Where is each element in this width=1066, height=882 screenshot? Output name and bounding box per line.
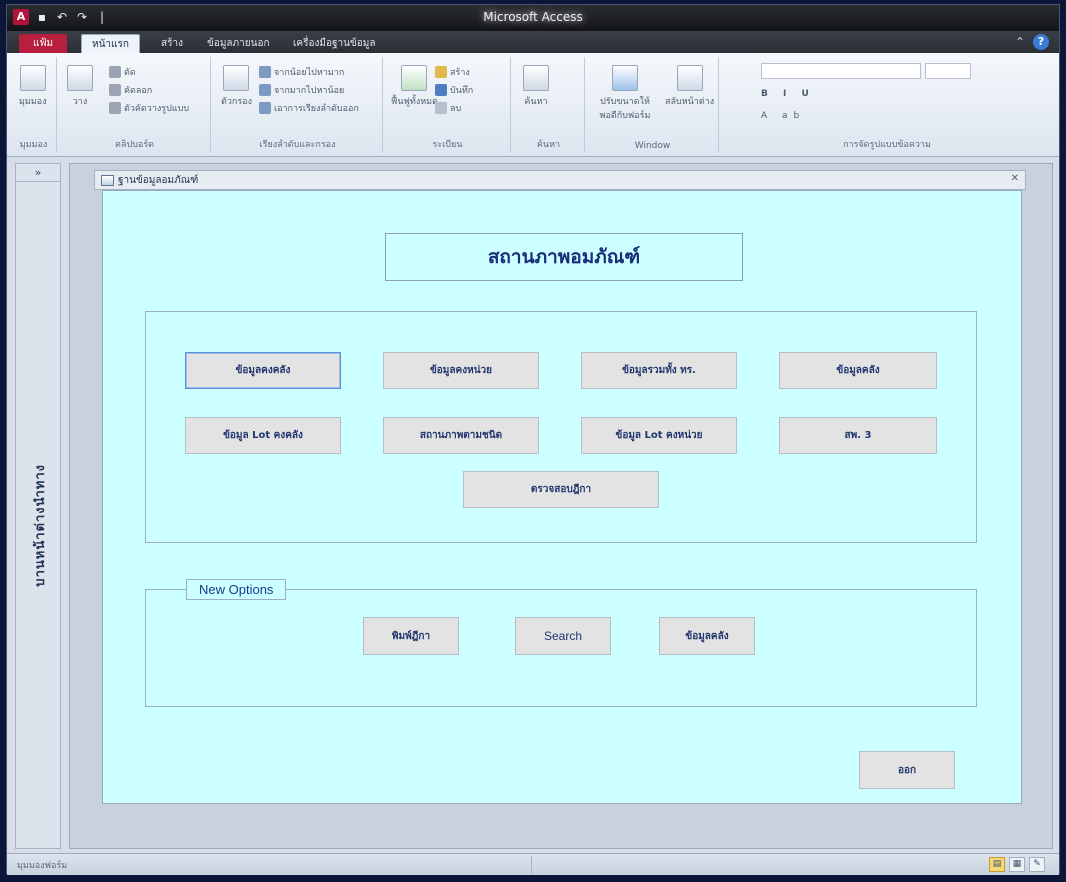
- print-invoice-button[interactable]: พิมพ์ฎีกา: [363, 617, 459, 655]
- status-bar: มุมมองฟอร์ม ▤ ▦ ✎: [7, 853, 1059, 875]
- status-divider: [531, 856, 532, 874]
- ribbon: มุมมอง มุมมอง วาง ตัด คัดลอก ตัวคัดวางรู…: [7, 53, 1059, 157]
- status-text: มุมมองฟอร์ม: [17, 861, 68, 871]
- tab-external-data[interactable]: ข้อมูลภายนอก: [197, 34, 280, 53]
- save-record-icon: [435, 84, 447, 96]
- form-sp3-button[interactable]: สพ. 3: [779, 417, 937, 454]
- minimize-icon[interactable]: [999, 10, 1011, 22]
- tab-file[interactable]: แฟ้ม: [19, 34, 68, 53]
- ribbon-group-records: ฟื้นฟูทั้งหมด สร้าง บันทึก ลบ ระเบียน: [385, 57, 511, 153]
- ribbon-group-window: ปรับขนาดให้พอดีกับฟอร์ม สลับหน้าต่าง Win…: [587, 57, 719, 153]
- size-to-fit-icon: [612, 65, 638, 91]
- size-to-fit-form-button[interactable]: ปรับขนาดให้พอดีกับฟอร์ม: [593, 65, 657, 122]
- view-icon: [19, 65, 46, 91]
- delete-record-icon: [435, 102, 447, 114]
- document-tab-bar: ฐานข้อมูลอมภัณฑ์ ✕: [94, 170, 1026, 190]
- access-window: A ▪ ↶ ↷ | Microsoft Access แฟ้ม หน้าแรก …: [6, 4, 1060, 875]
- help-icon[interactable]: ?: [1033, 34, 1049, 50]
- sort-ascending-icon: [259, 66, 271, 78]
- font-name-select[interactable]: [761, 63, 921, 79]
- font-size-select[interactable]: [925, 63, 971, 79]
- form-title: สถานภาพอมภัณฑ์: [487, 246, 641, 268]
- refresh-icon: [401, 65, 428, 91]
- cut-icon: [109, 66, 121, 78]
- status-by-type-button[interactable]: สถานภาพตามชนิด: [383, 417, 539, 454]
- remove-sort-button[interactable]: เอาการเรียงลำดับออก: [259, 101, 359, 115]
- copy-button[interactable]: คัดลอก: [109, 83, 152, 97]
- new-record-button[interactable]: สร้าง: [435, 65, 470, 79]
- save-record-button[interactable]: บันทึก: [435, 83, 473, 97]
- navy-total-button[interactable]: ข้อมูลรวมทั้ง ทร.: [581, 352, 737, 389]
- document-tab[interactable]: ฐานข้อมูลอมภัณฑ์: [101, 172, 198, 189]
- window-controls: [999, 10, 1051, 22]
- lot-unit-button[interactable]: ข้อมูล Lot คงหน่วย: [581, 417, 737, 454]
- bold-italic-underline-buttons[interactable]: B I U: [761, 89, 815, 99]
- find-button[interactable]: ค้นหา: [523, 65, 549, 108]
- maximize-icon[interactable]: [1019, 10, 1031, 22]
- ribbon-group-clipboard: วาง ตัด คัดลอก ตัวคัดวางรูปแบบ คลิปบอร์ด: [59, 57, 211, 153]
- warehouse-data-button-2[interactable]: ข้อมูลคลัง: [659, 617, 755, 655]
- delete-record-button[interactable]: ลบ: [435, 101, 461, 115]
- close-icon[interactable]: [1039, 10, 1051, 22]
- nav-pane-label[interactable]: บานหน้าต่างนำทาง: [30, 464, 51, 587]
- tab-home[interactable]: หน้าแรก: [81, 34, 140, 53]
- ribbon-group-views: มุมมอง มุมมอง: [11, 57, 57, 153]
- minimize-ribbon-icon[interactable]: ⌃: [1015, 35, 1025, 49]
- check-invoice-button[interactable]: ตรวจสอบฎีกา: [463, 471, 659, 508]
- sort-descending-button[interactable]: จากมากไปหาน้อย: [259, 83, 344, 97]
- switch-windows-icon: [676, 65, 703, 91]
- window-title: Microsoft Access: [483, 10, 583, 24]
- new-record-icon: [435, 66, 447, 78]
- main-form: สถานภาพอมภัณฑ์ ข้อมูลคงคลัง ข้อมูลคงหน่ว…: [102, 190, 1022, 804]
- remove-sort-icon: [259, 102, 271, 114]
- paste-button[interactable]: วาง: [67, 65, 93, 108]
- tab-database-tools[interactable]: เครื่องมือฐานข้อมูล: [283, 34, 386, 53]
- navigation-pane[interactable]: » บานหน้าต่างนำทาง: [15, 163, 61, 849]
- view-switcher: ▤ ▦ ✎: [989, 857, 1045, 872]
- ribbon-group-sort-filter: ตัวกรอง จากน้อยไปหามาก จากมากไปหาน้อย เอ…: [213, 57, 383, 153]
- paste-icon: [67, 65, 93, 91]
- view-button[interactable]: มุมมอง: [19, 65, 47, 108]
- ribbon-group-text-formatting: B I U A ab การจัดรูปแบบข้อความ: [721, 57, 1053, 153]
- document-area: ฐานข้อมูลอมภัณฑ์ ✕ สถานภาพอมภัณฑ์ ข้อมูล…: [69, 163, 1053, 849]
- font-color-buttons[interactable]: A ab: [761, 111, 805, 121]
- format-painter-button[interactable]: ตัวคัดวางรูปแบบ: [109, 101, 189, 115]
- tab-create[interactable]: สร้าง: [151, 34, 193, 53]
- search-button[interactable]: Search: [515, 617, 611, 655]
- new-options-legend: New Options: [186, 579, 287, 600]
- cut-button[interactable]: ตัด: [109, 65, 136, 79]
- form-icon: [101, 175, 114, 186]
- title-bar: A ▪ ↶ ↷ | Microsoft Access: [7, 5, 1059, 31]
- sort-descending-icon: [259, 84, 271, 96]
- form-title-box: สถานภาพอมภัณฑ์: [385, 233, 743, 281]
- unit-stock-button[interactable]: ข้อมูลคงหน่วย: [383, 352, 539, 389]
- refresh-all-button[interactable]: ฟื้นฟูทั้งหมด: [391, 65, 438, 108]
- warehouse-data-button[interactable]: ข้อมูลคลัง: [779, 352, 937, 389]
- close-document-icon[interactable]: ✕: [1011, 173, 1019, 184]
- lot-inventory-button[interactable]: ข้อมูล Lot คงคลัง: [185, 417, 341, 454]
- sort-ascending-button[interactable]: จากน้อยไปหามาก: [259, 65, 344, 79]
- ribbon-group-find: ค้นหา ค้นหา: [513, 57, 585, 153]
- form-view-icon[interactable]: ▤: [989, 857, 1005, 872]
- switch-windows-button[interactable]: สลับหน้าต่าง: [665, 65, 714, 108]
- design-view-icon[interactable]: ✎: [1029, 857, 1045, 872]
- ribbon-tabs: แฟ้ม หน้าแรก สร้าง ข้อมูลภายนอก เครื่องม…: [7, 31, 1059, 53]
- exit-button[interactable]: ออก: [859, 751, 955, 789]
- filter-button[interactable]: ตัวกรอง: [221, 65, 252, 108]
- format-painter-icon: [109, 102, 121, 114]
- nav-pane-toggle[interactable]: »: [16, 164, 60, 182]
- layout-view-icon[interactable]: ▦: [1009, 857, 1025, 872]
- filter-icon: [223, 65, 250, 91]
- inventory-stock-button[interactable]: ข้อมูลคงคลัง: [185, 352, 341, 389]
- copy-icon: [109, 84, 121, 96]
- binoculars-icon: [523, 65, 549, 91]
